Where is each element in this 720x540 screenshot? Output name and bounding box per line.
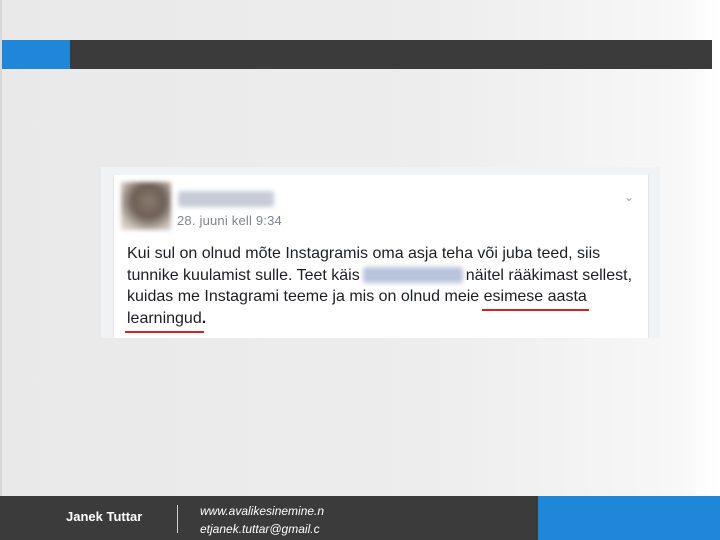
underlined-phrase: esimese aasta <box>483 288 587 305</box>
post-text-segment: näitel rääkimast sellest, <box>465 266 633 284</box>
header-bar <box>70 40 712 69</box>
post-text-line: Kui sul on olnud mõte Instagramis oma as… <box>127 243 642 265</box>
footer-divider <box>177 505 178 533</box>
post-text-line: tunnike kuulamist sulle. Teet käis näitel… <box>127 265 642 287</box>
footer-accent-bar <box>538 496 720 540</box>
slide-right-fade <box>680 0 720 496</box>
post-text: Kui sul on olnud mõte Instagramis oma as… <box>127 243 642 329</box>
avatar <box>121 182 171 230</box>
post-timestamp: 28. juuni kell 9:34 <box>177 213 282 228</box>
facebook-post: 28. juuni kell 9:34 ⌄ Kui sul on olnud m… <box>113 175 649 338</box>
footer-email[interactable]: etjanek.tuttar@gmail.c <box>200 520 350 538</box>
blurred-mention <box>362 266 463 283</box>
footer-author: Janek Tuttar <box>66 509 143 524</box>
footer-website[interactable]: www.avalikesinemine.n <box>200 502 350 520</box>
post-text-segment: tunnike kuulamist sulle. Teet käis <box>127 266 360 284</box>
chevron-down-icon[interactable]: ⌄ <box>622 190 636 204</box>
post-text-segment: Kui sul on olnud mõte Instagramis oma as… <box>127 245 601 262</box>
footer-contact: www.avalikesinemine.n etjanek.tuttar@gma… <box>200 502 350 538</box>
underlined-phrase: learningud <box>127 309 202 327</box>
blurred-author-name <box>178 191 274 207</box>
facebook-post-screenshot: 28. juuni kell 9:34 ⌄ Kui sul on olnud m… <box>101 167 660 338</box>
post-text-segment: kuidas me Instagrami teeme ja mis on oln… <box>127 288 480 305</box>
slide-left-edge <box>0 0 2 496</box>
post-text-segment: . <box>201 309 207 327</box>
header-accent-bar <box>2 40 70 69</box>
post-text-line: kuidas me Instagrami teeme ja mis on oln… <box>127 286 642 308</box>
